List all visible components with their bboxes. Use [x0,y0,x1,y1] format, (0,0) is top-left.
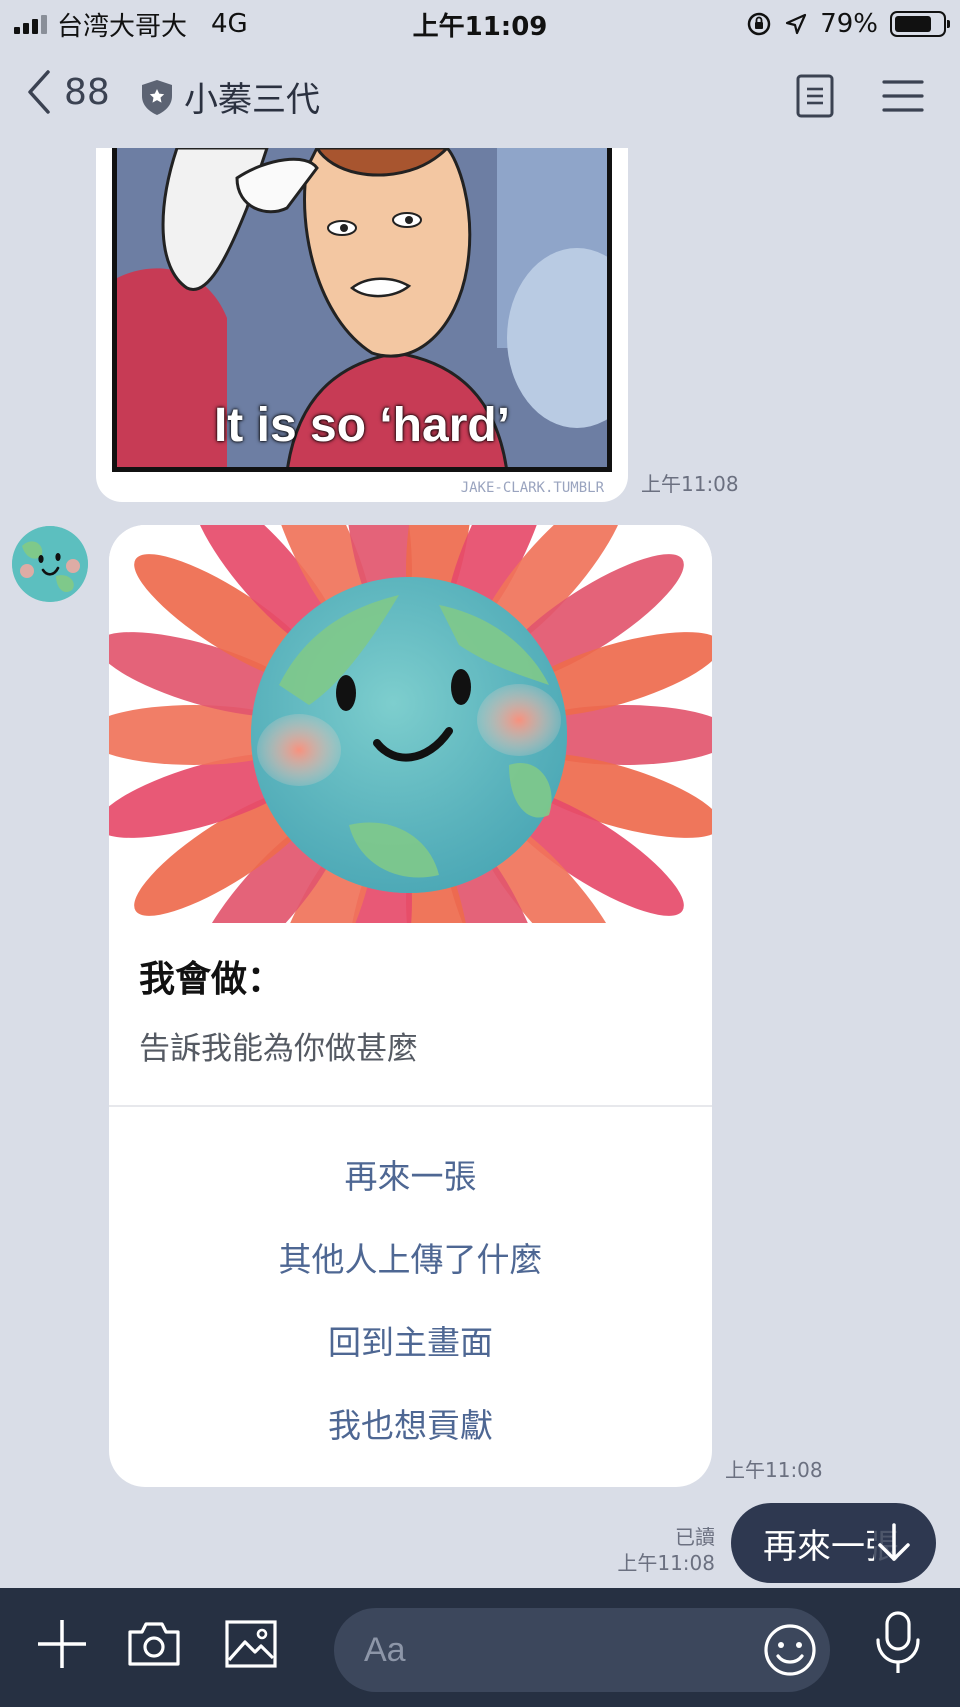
meme-image: It is so ‘hard’ [112,148,612,472]
action-another-one[interactable]: 再來一張 [109,1150,712,1198]
message-field[interactable] [334,1608,830,1692]
read-receipt: 已讀 上午11:08 [617,1524,715,1576]
message-input[interactable] [364,1608,744,1692]
battery-percent: 79% [820,9,878,39]
camera-icon[interactable] [126,1616,182,1672]
unread-count: 88 [64,71,110,113]
message-timestamp: 上午11:08 [725,1458,823,1482]
image-icon[interactable] [223,1616,279,1672]
battery-icon [890,11,950,37]
card-title: 我會做： [139,959,284,1000]
flex-card-message: 我會做： 告訴我能為你做甚麼 再來一張 其他人上傳了什麼 回到主畫面 我也想貢獻 [109,525,712,1487]
read-label: 已讀 [675,1525,715,1549]
action-contribute[interactable]: 我也想貢獻 [109,1399,712,1447]
chevron-left-icon [28,70,50,114]
page-title: 小蓁三代 [184,80,320,120]
action-others-uploads[interactable]: 其他人上傳了什麼 [109,1233,712,1281]
arrow-down-icon[interactable] [874,1521,914,1565]
shield-icon [142,79,172,115]
microphone-icon[interactable] [870,1610,926,1676]
chat-title[interactable]: 小蓁三代 [140,72,320,121]
image-message[interactable]: It is so ‘hard’ JAKE-CLARK.TUMBLR [96,148,628,502]
earth-flower-image [109,525,712,923]
action-back-to-main[interactable]: 回到主畫面 [109,1316,712,1364]
meme-caption: It is so ‘hard’ [213,399,511,452]
read-timestamp: 上午11:08 [617,1551,715,1575]
rotation-lock-icon [747,12,771,36]
divider [109,1105,712,1107]
avatar[interactable] [12,526,88,602]
message-input-bar [0,1588,960,1707]
plus-icon[interactable] [34,1616,90,1672]
notes-icon[interactable] [796,74,834,118]
chat-header: 88 小蓁三代 [0,58,960,138]
menu-icon[interactable] [882,79,924,113]
emoji-icon[interactable] [760,1620,820,1680]
meme-credit: JAKE-CLARK.TUMBLR [460,480,604,496]
card-subtitle: 告訴我能為你做甚麼 [139,1031,418,1067]
quick-reply-button[interactable]: 再來一張 [731,1503,936,1583]
status-bar: 台湾大哥大 4G 上午11:09 79% [0,0,960,48]
message-timestamp: 上午11:08 [641,472,739,496]
back-button[interactable]: 88 [26,68,110,116]
location-icon [786,13,807,35]
